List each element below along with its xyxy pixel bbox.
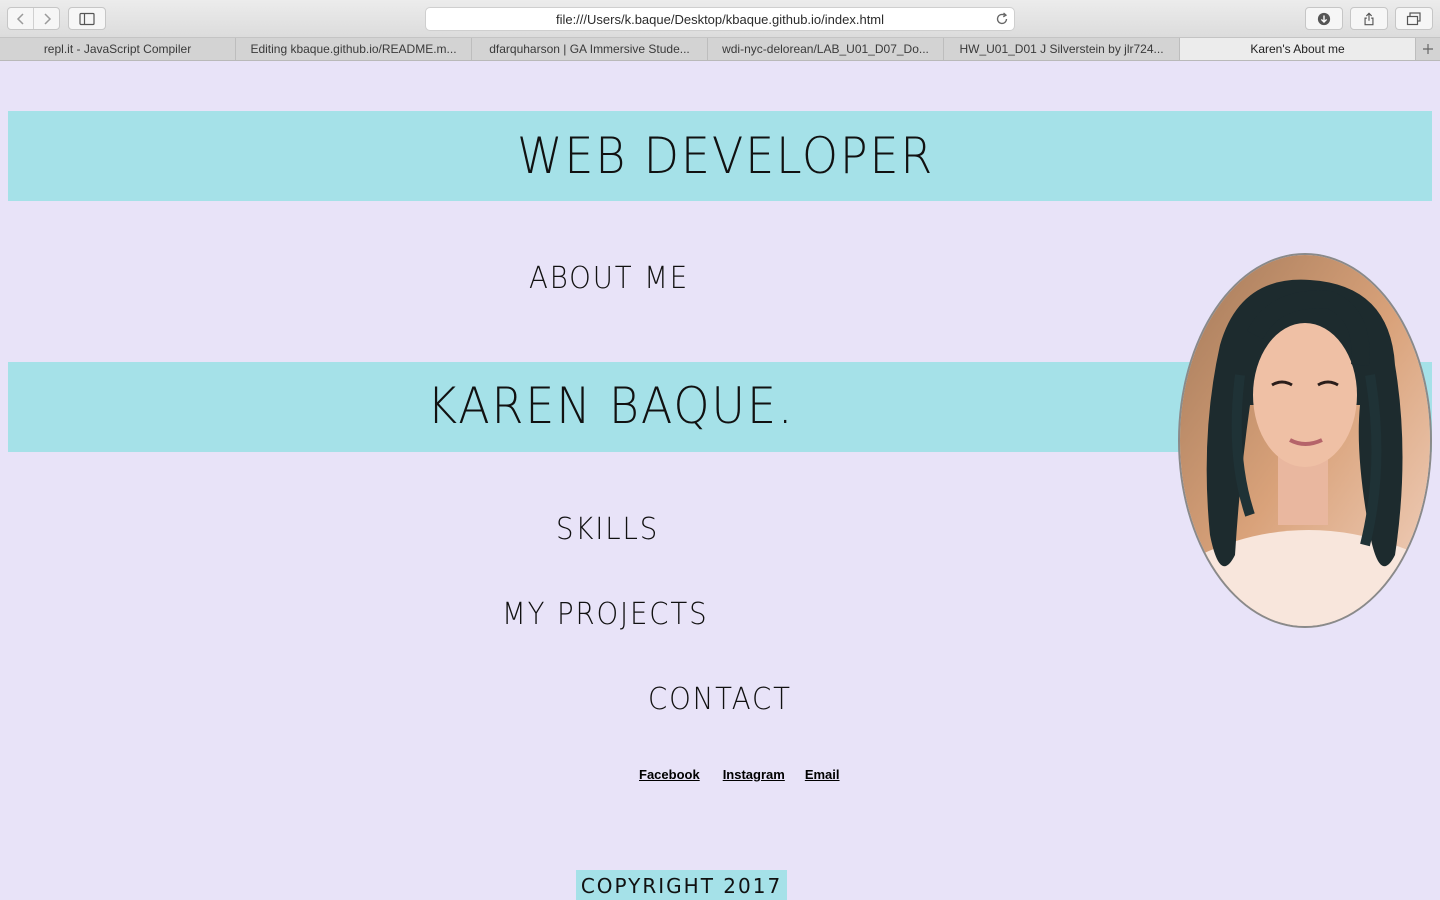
downloads-button[interactable] bbox=[1305, 7, 1343, 30]
url-text: file:///Users/k.baque/Desktop/kbaque.git… bbox=[555, 11, 885, 27]
tabs-icon bbox=[1406, 11, 1421, 25]
tab-homework[interactable]: HW_U01_D01 J Silverstein by jlr724... bbox=[944, 38, 1180, 60]
tab-bar: repl.it - JavaScript Compiler Editing kb… bbox=[0, 38, 1440, 61]
back-button[interactable] bbox=[8, 8, 33, 29]
facebook-link[interactable]: Facebook bbox=[639, 767, 700, 782]
tab-label: wdi-nyc-delorean/LAB_U01_D07_Do... bbox=[722, 42, 929, 56]
download-icon bbox=[1317, 12, 1331, 25]
forward-button[interactable] bbox=[33, 8, 59, 29]
nav-skills[interactable]: SKILLS bbox=[556, 512, 659, 547]
tab-label: repl.it - JavaScript Compiler bbox=[43, 42, 192, 56]
chevron-right-icon bbox=[43, 12, 51, 25]
owner-name: KAREN BAQUE. bbox=[427, 377, 795, 435]
tab-readme[interactable]: Editing kbaque.github.io/README.m... bbox=[236, 38, 472, 60]
tab-overview-button[interactable] bbox=[1395, 7, 1433, 30]
web-page: WEB DEVELOPER ABOUT ME KAREN BAQUE. SKIL… bbox=[0, 61, 1440, 900]
nav-contact[interactable]: CONTACT bbox=[648, 682, 792, 717]
reload-icon[interactable] bbox=[995, 12, 1009, 26]
page-title: WEB DEVELOPER bbox=[517, 127, 935, 185]
tab-replit[interactable]: repl.it - JavaScript Compiler bbox=[0, 38, 236, 60]
profile-photo bbox=[1178, 253, 1432, 628]
copyright-text: COPYRIGHT 2017 bbox=[580, 874, 783, 898]
sidebar-button[interactable] bbox=[68, 7, 106, 30]
address-bar[interactable]: file:///Users/k.baque/Desktop/kbaque.git… bbox=[425, 7, 1015, 31]
tab-label: Editing kbaque.github.io/README.m... bbox=[250, 42, 457, 56]
email-link[interactable]: Email bbox=[805, 767, 840, 782]
social-links: Facebook Instagram Email bbox=[639, 767, 840, 782]
chevron-left-icon bbox=[16, 12, 24, 25]
plus-icon bbox=[1423, 44, 1433, 54]
tab-about-me[interactable]: Karen's About me bbox=[1180, 38, 1416, 60]
portrait-illustration bbox=[1180, 255, 1430, 626]
copyright-badge: COPYRIGHT 2017 bbox=[576, 870, 787, 900]
tab-label: Karen's About me bbox=[1250, 42, 1345, 56]
tab-label: HW_U01_D01 J Silverstein by jlr724... bbox=[959, 42, 1164, 56]
tab-label: dfarquharson | GA Immersive Stude... bbox=[489, 42, 690, 56]
nav-about-me[interactable]: ABOUT ME bbox=[529, 261, 689, 296]
instagram-link[interactable]: Instagram bbox=[723, 767, 785, 782]
nav-my-projects[interactable]: MY PROJECTS bbox=[502, 597, 708, 632]
tab-dfarquharson[interactable]: dfarquharson | GA Immersive Stude... bbox=[472, 38, 708, 60]
share-button[interactable] bbox=[1350, 7, 1388, 30]
browser-toolbar: file:///Users/k.baque/Desktop/kbaque.git… bbox=[0, 0, 1440, 38]
sidebar-icon bbox=[79, 12, 95, 25]
history-nav bbox=[7, 7, 60, 30]
new-tab-button[interactable] bbox=[1416, 38, 1440, 60]
share-icon bbox=[1364, 12, 1374, 25]
tab-delorean-lab[interactable]: wdi-nyc-delorean/LAB_U01_D07_Do... bbox=[708, 38, 944, 60]
